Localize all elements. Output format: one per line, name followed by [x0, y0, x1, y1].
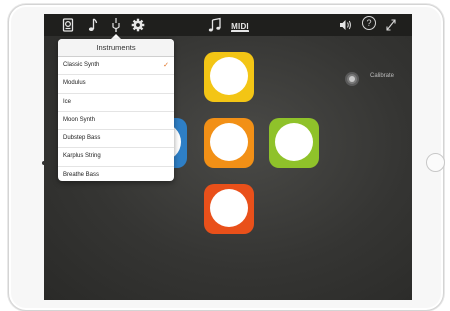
instrument-item-moon-synth[interactable]: Moon Synth: [58, 112, 174, 131]
top-toolbar: MIDI ?: [44, 14, 412, 36]
calibrate-button[interactable]: [345, 72, 359, 86]
help-icon[interactable]: ?: [362, 16, 376, 32]
pad-bottom-center: [210, 189, 248, 227]
tuning-fork-icon[interactable]: [110, 17, 122, 33]
gear-icon[interactable]: [131, 17, 145, 33]
pad-top[interactable]: [204, 52, 254, 102]
expand-icon[interactable]: [384, 17, 398, 33]
pad-center-center: [210, 123, 248, 161]
help-glyph: ?: [362, 16, 376, 30]
music-notes-icon[interactable]: [208, 17, 222, 33]
instrument-item-ice[interactable]: Ice: [58, 94, 174, 112]
home-button[interactable]: [426, 153, 445, 172]
pad-right-center: [275, 123, 313, 161]
instrument-item-breathe-bass[interactable]: Breathe Bass: [58, 167, 174, 181]
app-screen: MIDI ? Calibrate Instruments Classic Syn…: [44, 14, 412, 300]
instruments-dropdown: Instruments Classic Synth ✓ Modulus Ice …: [58, 39, 174, 181]
instrument-item-classic-synth[interactable]: Classic Synth ✓: [58, 57, 174, 76]
instrument-label: Dubstep Bass: [63, 135, 101, 142]
instrument-label: Modulus: [63, 80, 86, 87]
midi-icon[interactable]: MIDI: [231, 17, 249, 33]
checkmark-icon: ✓: [163, 62, 169, 69]
volume-icon[interactable]: [339, 17, 353, 33]
music-note-icon[interactable]: [86, 17, 98, 33]
pad-top-center: [210, 57, 248, 95]
calibrate-label: Calibrate: [370, 73, 395, 79]
instrument-label: Breathe Bass: [63, 171, 100, 178]
instrument-label: Karplus String: [63, 153, 101, 160]
dropdown-title: Instruments: [58, 39, 174, 57]
instrument-item-modulus[interactable]: Modulus: [58, 75, 174, 94]
instrument-item-karplus-string[interactable]: Karplus String: [58, 148, 174, 167]
pad-center[interactable]: [204, 118, 254, 168]
device-icon[interactable]: [62, 17, 74, 33]
instrument-label: Moon Synth: [63, 116, 96, 123]
instrument-label: Classic Synth: [63, 62, 100, 68]
instrument-item-dubstep-bass[interactable]: Dubstep Bass: [58, 130, 174, 149]
instrument-label: Ice: [63, 98, 72, 105]
midi-label: MIDI: [231, 22, 249, 32]
pad-right[interactable]: [269, 118, 319, 168]
pad-bottom[interactable]: [204, 184, 254, 234]
